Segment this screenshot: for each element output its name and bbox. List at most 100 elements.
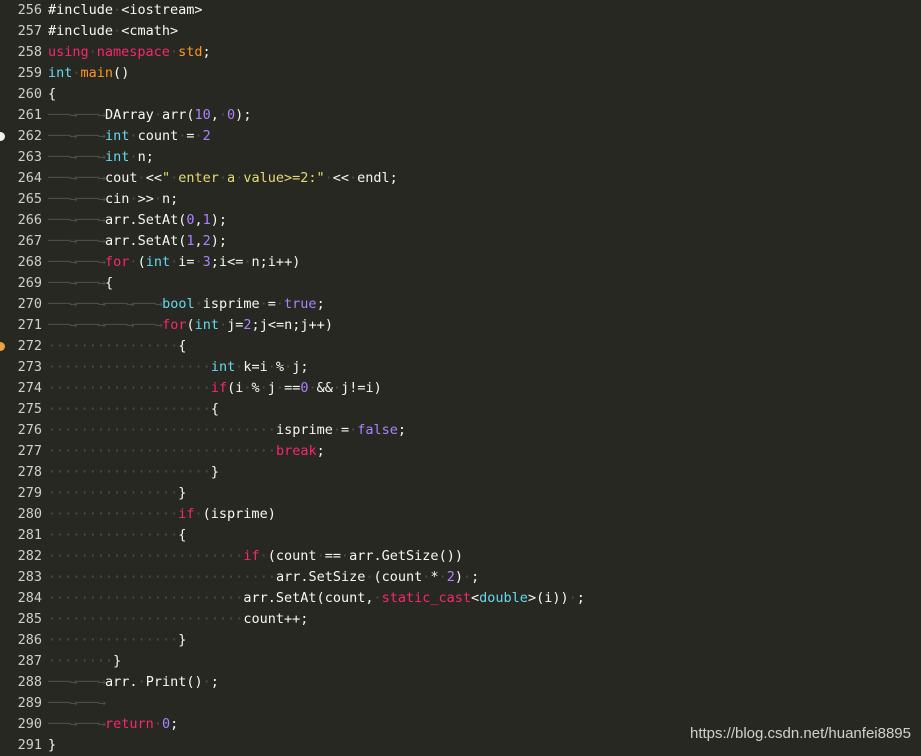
code-line[interactable]: 285 ························count++; [0, 609, 921, 630]
tab-marker: ───→ [76, 233, 106, 249]
line-number: 276 [17, 422, 42, 438]
space-marker: · [153, 380, 162, 396]
space-marker: · [251, 422, 260, 438]
space-marker: · [104, 380, 114, 396]
code-editor[interactable]: 256 #include·<iostream> 257 #include·<cmath… [0, 0, 921, 753]
code-line[interactable]: 269 ───→───→{ [0, 273, 921, 294]
space-marker: · [88, 506, 97, 522]
code-text: ───→───→{ [48, 275, 114, 291]
space-marker: · [161, 590, 171, 606]
space-marker: · [145, 359, 154, 375]
space-marker: · [96, 401, 105, 417]
code-line[interactable]: 277 ····························break; [0, 441, 921, 462]
space-marker: · [48, 359, 57, 375]
space-marker: · [145, 569, 154, 585]
code-line[interactable]: 289 ───→───→ [0, 693, 921, 714]
space-marker: · [210, 590, 219, 606]
code-line[interactable]: 286 ················} [0, 630, 921, 651]
code-line[interactable]: 265 ───→───→cin·>>·n; [0, 189, 921, 210]
space-marker: · [96, 590, 105, 606]
code-line[interactable]: 282 ························if·(count·==·… [0, 546, 921, 567]
code-line[interactable]: 257 #include·<cmath> [0, 21, 921, 42]
space-marker: · [153, 422, 162, 438]
code-line[interactable]: 281 ················{ [0, 525, 921, 546]
code-text: ───→───→cout·<<"·enter·a·value>=2:"·<<·e… [48, 170, 398, 186]
code-line[interactable]: 272 ················{ [0, 336, 921, 357]
code-text: ───→───→cin·>>·n; [48, 191, 179, 207]
code-line[interactable]: 270 ───→───→───→───→bool·isprime·=·true; [0, 294, 921, 315]
code-line[interactable]: 266 ───→───→arr.SetAt(0,1); [0, 210, 921, 231]
code-line[interactable]: 263 ───→───→int·n; [0, 147, 921, 168]
space-marker: · [80, 485, 89, 501]
space-marker: · [48, 422, 57, 438]
code-line[interactable]: 283 ····························arr.SetSi… [0, 567, 921, 588]
space-marker: · [96, 338, 105, 354]
space-marker: · [129, 401, 138, 417]
space-marker: · [48, 464, 57, 480]
space-marker: · [96, 443, 105, 459]
tab-marker: ───→ [76, 317, 106, 333]
line-number: 260 [17, 86, 42, 102]
code-text: ───→───→for·(int·i=·3;i<=·n;i++) [48, 254, 301, 270]
code-line[interactable]: 267 ───→───→arr.SetAt(1,2); [0, 231, 921, 252]
space-marker: · [72, 590, 81, 606]
space-marker: · [227, 569, 236, 585]
line-number: 290 [17, 716, 42, 732]
code-line[interactable]: 271 ───→───→───→───→for(int·j=2;j<=n;j++) [0, 315, 921, 336]
space-marker: · [137, 569, 146, 585]
space-marker: · [129, 569, 138, 585]
space-marker: · [104, 548, 114, 564]
code-line[interactable]: 273 ····················int·k=i·%·j; [0, 357, 921, 378]
code-line[interactable]: 262 ───→───→int·count·=·2 [0, 126, 921, 147]
space-marker: · [218, 422, 228, 438]
code-line[interactable]: 268 ───→───→for·(int·i=·3;i<=·n;i++) [0, 252, 921, 273]
space-marker: · [218, 548, 228, 564]
space-marker: · [145, 464, 154, 480]
code-line[interactable]: 261 ───→───→DArray·arr(10,·0); [0, 105, 921, 126]
space-marker: · [96, 380, 105, 396]
space-marker: · [48, 611, 57, 627]
code-line[interactable]: 264 ───→───→cout·<<"·enter·a·value>=2:"·<… [0, 168, 921, 189]
space-marker: · [48, 569, 57, 585]
code-text: ····························break; [48, 443, 325, 459]
space-marker: · [161, 401, 171, 417]
code-line[interactable]: 260 { [0, 84, 921, 105]
code-line[interactable]: 259 int·main() [0, 63, 921, 84]
space-marker: · [129, 359, 138, 375]
space-marker: · [137, 632, 146, 648]
space-marker: · [153, 485, 162, 501]
space-marker: · [88, 422, 97, 438]
space-marker: · [243, 569, 252, 585]
code-line[interactable]: 284 ························arr.SetAt(cou… [0, 588, 921, 609]
code-line[interactable]: 258 using·namespace·std; [0, 42, 921, 63]
line-number: 257 [17, 23, 42, 39]
space-marker: · [137, 506, 146, 522]
space-marker: · [145, 632, 154, 648]
space-marker: · [137, 338, 146, 354]
code-line[interactable]: 275 ····················{ [0, 399, 921, 420]
space-marker: · [96, 359, 105, 375]
space-marker: · [161, 443, 171, 459]
tab-marker: ───→ [48, 674, 77, 690]
code-line[interactable]: 276 ····························isprime·=… [0, 420, 921, 441]
code-line[interactable]: 274 ····················if(i·%·j·==0·&&·j… [0, 378, 921, 399]
space-marker: · [194, 590, 203, 606]
space-marker: · [96, 506, 105, 522]
code-text: { [48, 86, 57, 102]
code-line[interactable]: 279 ················} [0, 483, 921, 504]
code-line[interactable]: 288 ───→───→arr.·Print()·; [0, 672, 921, 693]
code-line[interactable]: 278 ····················} [0, 462, 921, 483]
space-marker: · [186, 380, 195, 396]
tab-marker: ───→ [105, 317, 134, 333]
code-line[interactable]: 287 ········} [0, 651, 921, 672]
space-marker: · [251, 569, 260, 585]
tab-marker: ───→ [76, 275, 106, 291]
space-marker: · [72, 464, 81, 480]
space-marker: · [194, 464, 203, 480]
space-marker: · [227, 422, 236, 438]
space-marker: · [48, 401, 57, 417]
space-marker: · [137, 485, 146, 501]
code-line[interactable]: 256 #include·<iostream> [0, 0, 921, 21]
space-marker: · [194, 611, 203, 627]
code-line[interactable]: 280 ················if·(isprime) [0, 504, 921, 525]
